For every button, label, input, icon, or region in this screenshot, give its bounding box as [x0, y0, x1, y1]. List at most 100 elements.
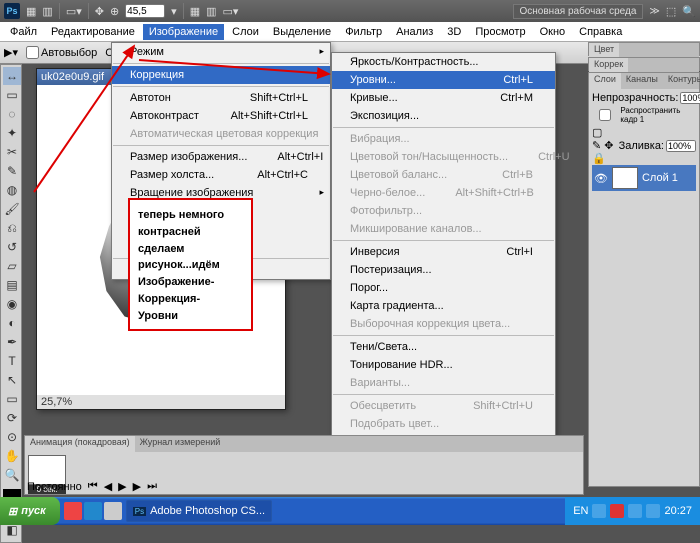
tray-icon[interactable] — [592, 504, 606, 518]
image-menu-item-2[interactable]: Коррекция — [112, 66, 330, 84]
tray-av-icon[interactable] — [610, 504, 624, 518]
adjust-menu-item-19[interactable]: Тонирование HDR... — [332, 356, 555, 374]
brush-tool[interactable]: 🖌 — [3, 200, 21, 218]
gradient-tool[interactable]: ▤ — [3, 276, 21, 294]
propagate-checkbox[interactable] — [592, 109, 618, 121]
stamp-tool[interactable]: ⎌ — [3, 219, 21, 237]
tab-layers[interactable]: Слои — [589, 73, 621, 89]
menu-help[interactable]: Справка — [573, 24, 628, 40]
autoselect-checkbox[interactable]: Автовыбор — [26, 46, 97, 59]
menu-analysis[interactable]: Анализ — [390, 24, 439, 40]
lock-icons[interactable]: ▢ ✎ ✥ 🔒 — [592, 126, 615, 165]
ql-desktop-icon[interactable] — [104, 502, 122, 520]
image-menu-item-4[interactable]: АвтотонShift+Ctrl+L — [112, 89, 330, 107]
history-brush-tool[interactable]: ↺ — [3, 238, 21, 256]
adjust-menu-item-0[interactable]: Яркость/Контрастность... — [332, 53, 555, 71]
tab-measurement[interactable]: Журнал измерений — [135, 436, 226, 452]
play-icon[interactable]: ▶ — [118, 480, 126, 493]
adjust-menu-item-1[interactable]: Уровни...Ctrl+L — [332, 71, 555, 89]
eraser-tool[interactable]: ▱ — [3, 257, 21, 275]
hand-tool[interactable]: ✋ — [3, 447, 21, 465]
heal-tool[interactable]: ◍ — [3, 181, 21, 199]
3d-camera-tool[interactable]: ⊙ — [3, 428, 21, 446]
loop-mode[interactable]: Постоянно — [27, 481, 82, 493]
3d-tool[interactable]: ⟳ — [3, 409, 21, 427]
layer-row[interactable]: 👁 Слой 1 — [592, 165, 696, 191]
adjust-menu-item-12[interactable]: ИнверсияCtrl+I — [332, 243, 555, 261]
image-menu-item-6: Автоматическая цветовая коррекция — [112, 125, 330, 143]
workspace-chevron-icon[interactable]: ≫ — [649, 6, 659, 17]
shape-tool[interactable]: ▭ — [3, 390, 21, 408]
lasso-tool[interactable]: ◌ — [3, 105, 21, 123]
tray-net-icon[interactable] — [646, 504, 660, 518]
crop-tool[interactable]: ✂ — [3, 143, 21, 161]
view-extras-icon[interactable]: ▭▾ — [66, 5, 82, 18]
menu-window[interactable]: Окно — [534, 24, 572, 40]
image-menu-item-9[interactable]: Размер холста...Alt+Ctrl+C — [112, 166, 330, 184]
tool-preset-icon[interactable]: ▶▾ — [4, 46, 18, 59]
menu-3d[interactable]: 3D — [441, 24, 467, 40]
image-menu-item-5[interactable]: АвтоконтрастAlt+Shift+Ctrl+L — [112, 107, 330, 125]
task-photoshop[interactable]: Ps Adobe Photoshop CS... — [126, 500, 272, 522]
menu-view[interactable]: Просмотр — [469, 24, 531, 40]
tab-paths[interactable]: Контуры — [663, 73, 700, 89]
image-menu-item-0[interactable]: Режим — [112, 43, 330, 61]
workspace-button[interactable]: Основная рабочая среда — [513, 4, 644, 19]
adjust-menu-item-2[interactable]: Кривые...Ctrl+M — [332, 89, 555, 107]
hand-icon[interactable]: ✥ — [95, 5, 104, 18]
adjust-menu-item-14[interactable]: Порог... — [332, 279, 555, 297]
pen-tool[interactable]: ✒ — [3, 333, 21, 351]
eyedropper-tool[interactable]: ✎ — [3, 162, 21, 180]
menu-layer[interactable]: Слои — [226, 24, 265, 40]
last-frame-icon[interactable]: ⏭ — [147, 480, 157, 493]
zoom-input[interactable] — [125, 4, 165, 18]
menu-image[interactable]: Изображение — [143, 24, 224, 40]
first-frame-icon[interactable]: ⏮ — [88, 480, 98, 493]
ql-opera-icon[interactable] — [64, 502, 82, 520]
tray-vol-icon[interactable] — [628, 504, 642, 518]
tab-animation[interactable]: Анимация (покадровая) — [25, 436, 135, 452]
blur-tool[interactable]: ◉ — [3, 295, 21, 313]
guides-icon[interactable]: ▥ — [206, 5, 216, 18]
menu-filter[interactable]: Фильтр — [339, 24, 388, 40]
image-menu-item-8[interactable]: Размер изображения...Alt+Ctrl+I — [112, 148, 330, 166]
search-icon[interactable]: 🔍 — [682, 5, 696, 18]
quicklaunch — [64, 502, 122, 520]
adjust-menu-item-15[interactable]: Карта градиента... — [332, 297, 555, 315]
next-frame-icon[interactable]: ▶ — [133, 480, 141, 493]
zoom-icon[interactable]: ⊕ — [110, 5, 119, 18]
menu-edit[interactable]: Редактирование — [45, 24, 141, 40]
path-tool[interactable]: ↖ — [3, 371, 21, 389]
image-menu: Режим Коррекция АвтотонShift+Ctrl+LАвтокон… — [111, 42, 331, 280]
image-menu-item-10[interactable]: Вращение изображения — [112, 184, 330, 202]
rulers-icon[interactable]: ▦ — [190, 5, 200, 18]
doc-title: uk02e0u9.gif — [41, 71, 104, 83]
visibility-icon[interactable]: 👁 — [594, 172, 608, 185]
type-tool[interactable]: T — [3, 352, 21, 370]
marquee-tool[interactable]: ▭ — [3, 86, 21, 104]
prev-frame-icon[interactable]: ◀ — [104, 480, 112, 493]
start-button[interactable]: ⊞пуск — [0, 497, 60, 525]
adjust-menu-item-13[interactable]: Постеризация... — [332, 261, 555, 279]
tab-channels[interactable]: Каналы — [621, 73, 663, 89]
wand-tool[interactable]: ✦ — [3, 124, 21, 142]
zoom-tool[interactable]: 🔍 — [3, 466, 21, 484]
menu-file[interactable]: Файл — [4, 24, 43, 40]
menu-select[interactable]: Выделение — [267, 24, 337, 40]
clock[interactable]: 20:27 — [664, 505, 692, 517]
opacity-input[interactable] — [680, 92, 700, 104]
bridge-icon[interactable]: ▦ — [26, 5, 36, 18]
adjust-menu-item-18[interactable]: Тени/Света... — [332, 338, 555, 356]
dodge-tool[interactable]: ◐ — [3, 314, 21, 332]
lang-indicator[interactable]: EN — [573, 505, 588, 517]
fill-input[interactable] — [666, 140, 696, 152]
image-menu-item-12: Тримминг... — [112, 220, 330, 238]
system-tray: EN 20:27 — [565, 497, 700, 525]
adjust-menu-item-3[interactable]: Экспозиция... — [332, 107, 555, 125]
mini-bridge-icon[interactable]: ▥ — [42, 5, 52, 18]
cslive-icon[interactable]: ⬚ — [666, 5, 676, 18]
opacity-label: Непрозрачность: — [592, 92, 678, 104]
screenmode-icon[interactable]: ▭▾ — [223, 5, 239, 18]
move-tool[interactable]: ↔ — [3, 67, 21, 85]
ql-ie-icon[interactable] — [84, 502, 102, 520]
